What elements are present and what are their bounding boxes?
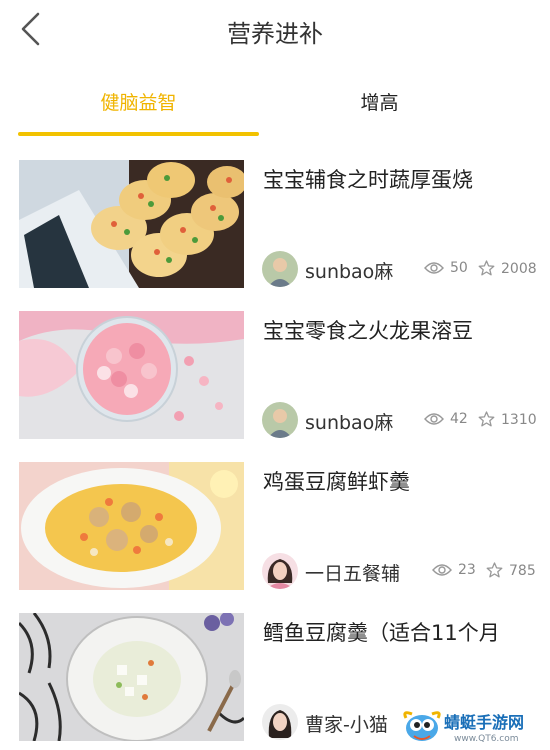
views-count: 50 [424,260,468,276]
list-item[interactable]: 鸡蛋豆腐鲜虾羹 一日五餐辅 23 785 [0,462,550,592]
tab-bar: 健脑益智 增高 [0,70,550,140]
views-count: 42 [424,411,468,427]
watermark-logo: 蜻蜓手游网 www.QT6.com [402,706,548,746]
avatar[interactable] [262,251,298,287]
favorites-count: 2008 [478,260,537,277]
tab-height[interactable]: 增高 [259,88,500,115]
star-icon [486,562,503,578]
svg-text:www.QT6.com: www.QT6.com [454,734,519,744]
author-name: 一日五餐辅 [305,563,401,585]
article-thumbnail [19,462,244,590]
page-title: 营养进补 [227,20,323,48]
author-name: sunbao麻 [305,412,394,434]
author-name: 曹家-小猫 [305,714,388,736]
author-name: sunbao麻 [305,261,394,283]
article-meta: sunbao麻 50 2008 [262,251,542,287]
article-thumbnail [19,613,244,741]
tab-brain[interactable]: 健脑益智 [18,88,259,115]
article-title: 宝宝辅食之时蔬厚蛋烧 [263,168,473,192]
article-title: 鳕鱼豆腐羹（适合11个月 [263,621,500,645]
article-thumbnail [19,311,244,439]
eye-icon [432,564,452,576]
list-item[interactable]: 宝宝辅食之时蔬厚蛋烧 sunbao麻 50 2008 [0,160,550,290]
star-icon [478,411,495,427]
svg-text:蜻蜓手游网: 蜻蜓手游网 [444,713,524,732]
views-count: 23 [432,562,476,578]
eye-icon [424,413,444,425]
active-tab-indicator [18,132,259,136]
article-meta: sunbao麻 42 1310 [262,402,542,438]
article-thumbnail [19,160,244,288]
list-item[interactable]: 宝宝零食之火龙果溶豆 sunbao麻 42 1310 [0,311,550,441]
favorites-count: 1310 [478,411,537,428]
star-icon [478,260,495,276]
avatar[interactable] [262,402,298,438]
article-title: 宝宝零食之火龙果溶豆 [263,319,473,343]
avatar[interactable] [262,553,298,589]
eye-icon [424,262,444,274]
article-meta: 一日五餐辅 23 785 [262,553,542,589]
top-bar: 营养进补 [0,0,550,60]
avatar[interactable] [262,704,298,740]
article-title: 鸡蛋豆腐鲜虾羹 [263,470,410,494]
favorites-count: 785 [486,562,536,579]
